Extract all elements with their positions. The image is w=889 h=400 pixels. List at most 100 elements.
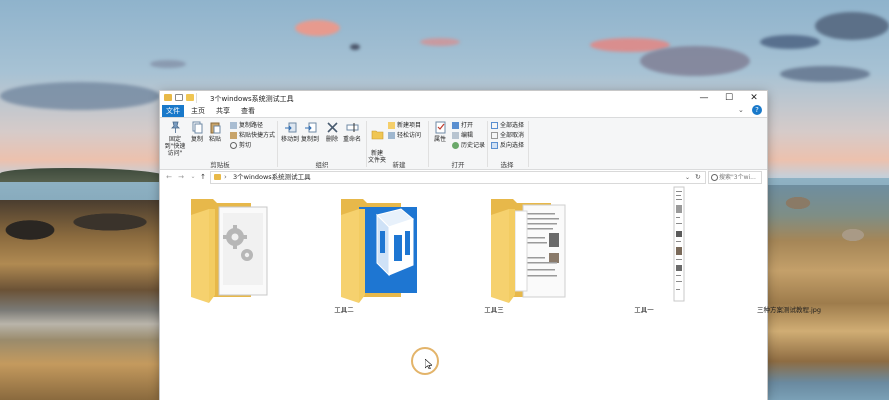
item-label: 工具一 bbox=[634, 306, 654, 314]
help-icon[interactable]: ? bbox=[752, 105, 762, 115]
tab-share[interactable]: 共享 bbox=[212, 105, 234, 117]
folder-icon bbox=[191, 199, 268, 303]
up-arrow-icon[interactable]: ↑ bbox=[198, 172, 208, 182]
select-all-label: 全部选择 bbox=[500, 122, 525, 129]
copy-label: 复制 bbox=[190, 136, 203, 143]
copy-button[interactable]: 复制 bbox=[188, 121, 206, 143]
copy-icon bbox=[192, 121, 202, 134]
window-title: 3个windows系统测试工具 bbox=[210, 95, 294, 103]
properties-quick-icon[interactable] bbox=[175, 94, 183, 101]
easy-access-button[interactable]: 轻松访问 bbox=[388, 131, 421, 140]
recent-locations-icon[interactable]: ⌄ bbox=[188, 172, 198, 182]
far-shore bbox=[0, 168, 165, 182]
rocky-shore-right bbox=[768, 185, 889, 400]
edit-label: 编辑 bbox=[461, 132, 474, 139]
address-bar-row: ← → ⌄ ↑ › 3个windows系统测试工具 ⌄ ↻ 搜索"3个wi... bbox=[160, 170, 767, 184]
rename-icon bbox=[346, 123, 358, 132]
cloud bbox=[760, 35, 820, 49]
edit-button[interactable]: 编辑 bbox=[452, 131, 473, 140]
cloud bbox=[350, 44, 360, 50]
copy-path-icon bbox=[230, 122, 237, 129]
search-input[interactable]: 搜索"3个wi... bbox=[708, 171, 762, 184]
move-to-icon bbox=[284, 122, 296, 133]
title-bar[interactable]: 3个windows系统测试工具 — ☐ ✕ bbox=[160, 91, 767, 105]
tab-file[interactable]: 文件 bbox=[162, 105, 184, 117]
new-item-label: 新建项目 bbox=[397, 122, 422, 129]
paste-icon bbox=[210, 122, 220, 134]
tab-view[interactable]: 查看 bbox=[237, 105, 259, 117]
open-button[interactable]: 打开 bbox=[452, 121, 473, 130]
properties-button[interactable]: 属性 bbox=[431, 121, 449, 143]
cloud bbox=[420, 38, 460, 46]
copy-path-button[interactable]: 复制路径 bbox=[230, 121, 263, 130]
new-item-icon bbox=[388, 122, 395, 129]
properties-label: 属性 bbox=[433, 136, 446, 143]
move-to-label: 移动到 bbox=[280, 136, 299, 143]
select-all-icon bbox=[491, 122, 498, 129]
history-label: 历史记录 bbox=[461, 142, 486, 149]
rename-button[interactable]: 重命名 bbox=[342, 121, 362, 143]
copy-to-icon bbox=[304, 122, 316, 133]
move-to-button[interactable]: 移动到 bbox=[280, 121, 300, 143]
image-file-item[interactable]: 三种方案测试教程.jpg bbox=[624, 185, 821, 314]
search-placeholder: 搜索"3个wi... bbox=[719, 174, 756, 181]
paste-label: 粘贴 bbox=[208, 136, 221, 143]
pin-quick-access-button[interactable]: 固定到"快速访问" bbox=[162, 121, 188, 157]
chevron-down-icon[interactable]: ⌄ bbox=[738, 106, 744, 114]
back-arrow-icon[interactable]: ← bbox=[164, 172, 174, 182]
delete-label: 删除 bbox=[325, 136, 338, 143]
pin-quick-access-label: 固定到"快速访问" bbox=[164, 136, 186, 157]
select-none-icon bbox=[491, 132, 498, 139]
image-thumbnail-icon bbox=[673, 186, 685, 302]
divider bbox=[487, 121, 488, 167]
folder-item[interactable]: 工具三 bbox=[329, 185, 504, 314]
folder-icon bbox=[214, 174, 221, 180]
folder-item[interactable]: 工具一 bbox=[479, 185, 654, 314]
tab-home[interactable]: 主页 bbox=[187, 105, 209, 117]
address-input[interactable]: › 3个windows系统测试工具 ⌄ ↻ bbox=[210, 171, 706, 184]
cloud bbox=[780, 66, 870, 82]
file-list: 工具二 工具三 工具一 三种方案测试教程.jpg bbox=[160, 185, 821, 400]
edit-icon bbox=[452, 132, 459, 139]
divider bbox=[528, 121, 529, 167]
open-icon bbox=[452, 122, 459, 129]
delete-button[interactable]: 删除 bbox=[323, 121, 341, 143]
group-label-new: 新建 bbox=[392, 161, 406, 169]
close-button[interactable]: ✕ bbox=[742, 91, 766, 105]
paste-button[interactable]: 粘贴 bbox=[206, 121, 224, 143]
properties-icon bbox=[435, 121, 445, 134]
forward-arrow-icon[interactable]: → bbox=[176, 172, 186, 182]
refresh-icon[interactable]: ↻ bbox=[695, 172, 701, 183]
minimize-button[interactable]: — bbox=[692, 91, 716, 105]
chevron-down-icon[interactable]: ⌄ bbox=[685, 172, 690, 183]
scissors-icon bbox=[230, 142, 237, 149]
cube-logo-icon bbox=[376, 208, 415, 277]
new-folder-button[interactable]: 新建 文件夹 bbox=[368, 121, 386, 164]
group-label-select: 选择 bbox=[500, 161, 514, 169]
new-item-button[interactable]: 新建项目 bbox=[388, 121, 421, 130]
copy-to-button[interactable]: 复制到 bbox=[300, 121, 320, 143]
rocky-shore-left bbox=[0, 200, 165, 400]
divider bbox=[196, 93, 197, 103]
mouse-cursor-icon bbox=[425, 359, 432, 369]
select-none-button[interactable]: 全部取消 bbox=[491, 131, 524, 140]
cloud bbox=[295, 20, 340, 36]
divider bbox=[366, 121, 367, 167]
select-all-button[interactable]: 全部选择 bbox=[491, 121, 524, 130]
maximize-button[interactable]: ☐ bbox=[717, 91, 741, 105]
easy-access-icon bbox=[388, 132, 395, 139]
rename-label: 重命名 bbox=[342, 136, 361, 143]
breadcrumb[interactable]: 3个windows系统测试工具 bbox=[233, 172, 311, 183]
cloud bbox=[150, 60, 186, 68]
history-icon bbox=[452, 142, 459, 149]
cut-button[interactable]: 剪切 bbox=[230, 141, 251, 150]
paste-shortcut-button[interactable]: 粘贴快捷方式 bbox=[230, 131, 275, 140]
folder-icon bbox=[164, 94, 172, 101]
new-folder-quick-icon[interactable] bbox=[186, 94, 194, 101]
folder-item[interactable]: 工具二 bbox=[179, 185, 354, 314]
history-button[interactable]: 历史记录 bbox=[452, 141, 485, 150]
cloud bbox=[815, 12, 889, 40]
new-folder-icon bbox=[371, 130, 383, 140]
breadcrumb-separator: › bbox=[224, 173, 227, 181]
invert-selection-button[interactable]: 反向选择 bbox=[491, 141, 524, 150]
